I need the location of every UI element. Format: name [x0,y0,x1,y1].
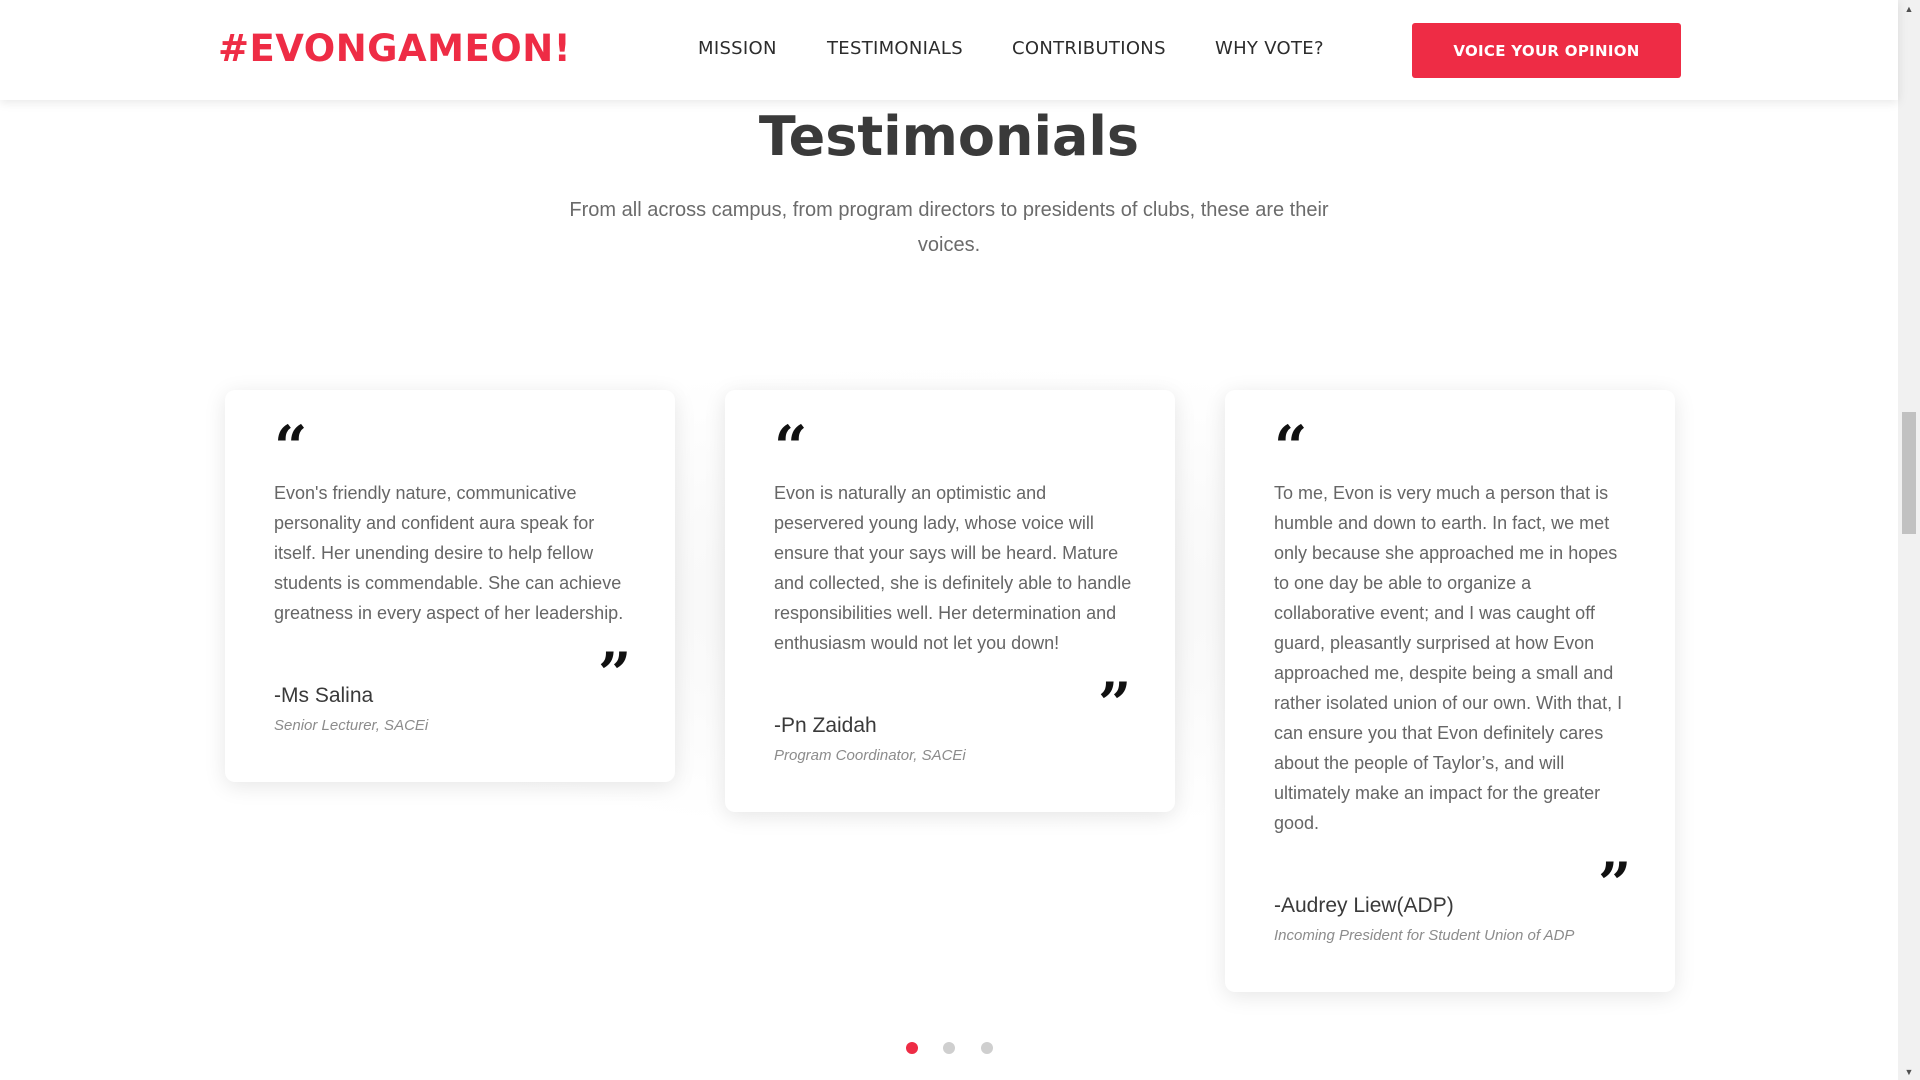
testimonial-card: “ To me, Evon is very much a person that… [1225,390,1675,992]
voice-your-opinion-button[interactable]: VOICE YOUR OPINION [1412,23,1681,78]
testimonial-card: “ Evon's friendly nature, communicative … [225,390,675,782]
scrollbar-thumb[interactable] [1902,412,1916,534]
testimonial-role: Senior Lecturer, SACEi [274,717,429,734]
carousel-dot-3[interactable] [981,1042,993,1054]
close-quote-icon: ” [1598,850,1632,918]
testimonial-role: Program Coordinator, SACEi [774,747,966,764]
testimonial-quote: Evon's friendly nature, communicative pe… [274,483,624,623]
testimonial-card: “ Evon is naturally an optimistic and pe… [725,390,1175,812]
testimonial-role: Incoming President for Student Union of … [1274,927,1575,944]
testimonial-author: -Audrey Liew(ADP) [1274,894,1454,917]
carousel-dot-1[interactable] [906,1042,918,1054]
site-header: #EVONGAMEON! MISSION TESTIMONIALS CONTRI… [0,0,1898,100]
page-scrollbar[interactable]: ▲ ▼ [1898,0,1920,1080]
open-quote-icon: “ [774,413,808,481]
site-logo[interactable]: #EVONGAMEON! [218,27,571,70]
nav-mission[interactable]: MISSION [698,38,777,59]
nav-testimonials[interactable]: TESTIMONIALS [827,38,963,59]
close-quote-icon: ” [598,640,632,708]
open-quote-icon: “ [274,413,308,481]
nav-contributions[interactable]: CONTRIBUTIONS [1012,38,1166,59]
scroll-up-arrow-icon[interactable]: ▲ [1898,0,1920,17]
testimonial-quote: Evon is naturally an optimistic and pese… [774,483,1132,653]
open-quote-icon: “ [1274,413,1308,481]
testimonial-author: -Ms Salina [274,684,374,707]
close-quote-icon: ” [1098,670,1132,738]
testimonial-author: -Pn Zaidah [774,714,877,737]
section-title: Testimonials [758,105,1140,168]
nav-why-vote[interactable]: WHY VOTE? [1215,38,1324,59]
carousel-dot-2[interactable] [943,1042,955,1054]
scroll-down-arrow-icon[interactable]: ▼ [1898,1063,1920,1080]
testimonial-quote: To me, Evon is very much a person that i… [1274,483,1623,833]
section-subtitle: From all across campus, from program dir… [569,199,1329,256]
